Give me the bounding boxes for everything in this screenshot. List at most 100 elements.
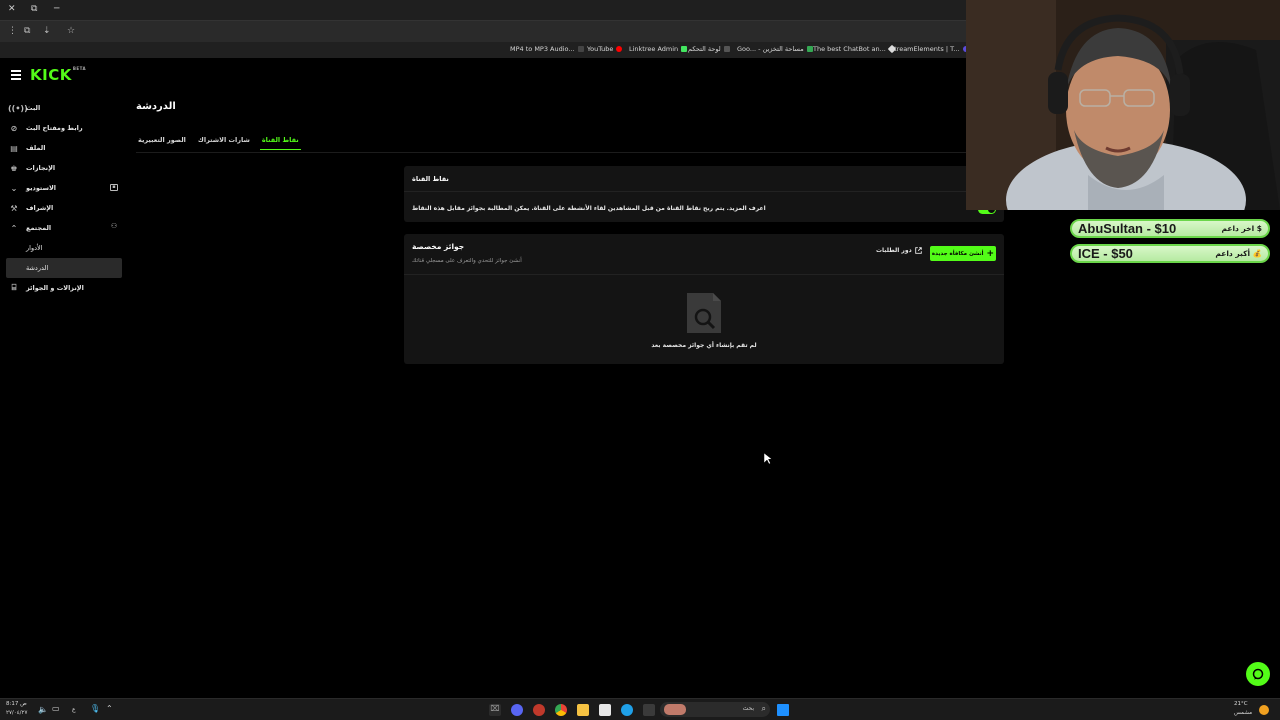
task-view-icon[interactable] [643,704,655,716]
profile-icon: ▤ [10,143,18,153]
last-supporter-label: اخر داعم $ [1221,224,1262,233]
edge-icon[interactable] [621,704,633,716]
close-window-icon[interactable]: ✕ [8,4,16,14]
clock-time[interactable]: 8:17 ص [6,701,27,707]
tab-subscriber-badges[interactable]: شارات الاشتراك [196,134,252,150]
top-supporter-badge: ICE - $50 أكبر داعم 💰 [1070,244,1270,263]
volume-icon[interactable]: 🔈 [38,705,48,714]
bookmark-star-icon[interactable]: ☆ [67,26,75,36]
help-chat-button[interactable] [1246,662,1270,686]
sidebar-item-label: الأدوار [26,244,43,252]
empty-rewards-text: لم تقم بإنشاء أي جوائز مخصصة بعد [651,342,757,349]
tab-emotes[interactable]: الصور التعبيرية [136,134,188,150]
sidebar-item-moderation[interactable]: ⚒ الإشراف [6,198,122,218]
browser-titlebar: ✕ ⧉ ─ [0,0,966,20]
minimize-window-icon[interactable]: ─ [54,4,59,14]
app-icon[interactable] [533,704,545,716]
sidebar-item-stream-key[interactable]: ⊘ رابط ومفتاح البث [6,118,122,138]
weather-temp[interactable]: 21°C [1234,701,1248,707]
clock-date[interactable]: ٢٧/٠٤/٢٧ [6,710,27,716]
chevron-up-icon[interactable]: ⌃ [106,704,113,713]
more-menu-icon[interactable]: ⋮ [8,26,17,36]
sidebar-item-label: الدردشة [26,264,49,272]
create-reward-button[interactable]: أنشئ مكافأة جديدة + [930,246,996,261]
money-bag-icon: 💰 [1252,249,1262,258]
custom-rewards-title: جوائز مخصصة [412,242,465,251]
sidebar-item-label: الإشراف [26,204,54,212]
file-explorer-icon[interactable] [577,704,589,716]
windows-taskbar: 8:17 ص ٢٧/٠٤/٢٧ 🔈 ▭ ع 🎙 ⌃ ⌧ بحث ⌕ 21°C م… [0,698,1280,720]
microphone-icon[interactable]: 🎙 [90,704,100,713]
chevron-up-icon: ⌃ [10,223,18,233]
start-icon[interactable] [777,704,789,716]
search-placeholder: بحث [742,705,754,712]
weather-desc[interactable]: مشمس [1234,710,1252,716]
tabs-divider [136,152,966,153]
taskbar-search[interactable]: بحث ⌕ [660,702,770,717]
sidebar-item-label: الاستوديو [26,184,57,192]
bookmark-favicon-icon [723,46,730,52]
tabs: الصور التعبيرية شارات الاشتراك نقاط القن… [136,134,301,150]
hamburger-icon[interactable] [11,70,21,80]
trophy-icon: ♚ [10,163,18,173]
sidebar-item-chat[interactable]: الدردشة [6,258,122,278]
sidebar-item-community[interactable]: ⌃ المجتمع ⚇ [6,218,122,238]
bookmark-item[interactable]: MP4 to MP3 Audio... [510,45,584,53]
top-supporter-value: ICE - $50 [1078,246,1133,261]
bookmark-item[interactable]: The best ChatBot an... [813,44,897,54]
extensions-icon[interactable]: ⧉ [24,26,30,36]
google-drive-icon [806,46,813,52]
bookmark-item[interactable]: Goo... - مساحة التخزين [737,45,813,53]
sidebar-item-achievements[interactable]: ♚ الإنجازات [6,158,122,178]
tab-channel-points[interactable]: نقاط القناة [259,134,301,150]
discord-icon[interactable] [511,704,523,716]
language-indicator[interactable]: ع [72,706,76,713]
channel-points-header: نقاط القناة [404,166,1004,192]
chat-bubble-icon [1252,668,1264,680]
webcam-video [966,0,1280,210]
mouse-cursor-icon [764,453,772,465]
chrome-icon[interactable] [555,704,567,716]
bookmark-item[interactable]: StreamElements | T... [890,45,969,53]
calendar-icon[interactable] [599,704,611,716]
bookmark-item[interactable]: لوحة التحكم [688,45,730,53]
linktree-icon [681,46,688,52]
browser-toolbar: ⋮ ⧉ ⇣ ☆ [0,20,966,42]
link-icon: ⊘ [10,123,18,133]
sidebar-item-studio[interactable]: ⌄ الاستوديو ▪ [6,178,122,198]
restore-window-icon[interactable]: ⧉ [31,4,37,14]
sidebar-item-label: الملف [26,144,46,152]
page-title: الدردشة [136,101,176,112]
sidebar-item-profile[interactable]: ▤ الملف [6,138,122,158]
sidebar-item-drops[interactable]: ⌸ الإنزالات و الجوائز [6,278,122,298]
custom-rewards-card: جوائز مخصصة أنشئ جوائز للتحدي والتعرف عل… [404,234,1004,364]
plus-icon: + [986,248,995,259]
bookmark-item[interactable]: Linktree Admin [629,45,688,53]
sidebar-item-broadcast[interactable]: ((•)) البث [6,98,122,118]
sidebar-item-label: رابط ومفتاح البث [26,124,83,132]
weather-sun-icon[interactable] [1259,705,1269,715]
youtube-icon [616,46,623,52]
last-supporter-value: AbuSultan - $10 [1078,221,1177,236]
sidebar-item-label: البث [26,104,41,112]
dollar-icon: $ [1256,224,1262,233]
sidebar-item-label: الإنزالات و الجوائز [26,284,84,292]
kick-logo[interactable]: KICKBETA [30,66,86,84]
custom-rewards-subtitle: أنشئ جوائز للتحدي والتعرف على مسجلي قنات… [412,258,522,264]
external-link-icon [914,247,922,254]
last-supporter-badge: AbuSultan - $10 اخر داعم $ [1070,219,1270,238]
chevron-down-icon: ⌄ [10,183,18,193]
app-icon[interactable]: ⌧ [489,704,501,716]
sidebar-item-label: الإنجازات [26,164,56,172]
broadcast-icon: ((•)) [8,103,28,113]
search-highlight-icon [664,704,686,715]
search-icon: ⌕ [761,704,766,713]
create-reward-label: أنشئ مكافأة جديدة [931,250,984,257]
bookmark-item[interactable]: YouTube [587,45,623,53]
reward-orders-button[interactable]: دور الطلبات [876,247,922,254]
downloads-icon[interactable]: ⇣ [43,26,51,36]
sidebar-item-roles[interactable]: الأدوار [6,238,122,258]
network-icon[interactable]: ▭ [52,704,60,713]
hammer-icon: ⚒ [10,203,18,213]
gift-icon: ⌸ [11,283,17,292]
